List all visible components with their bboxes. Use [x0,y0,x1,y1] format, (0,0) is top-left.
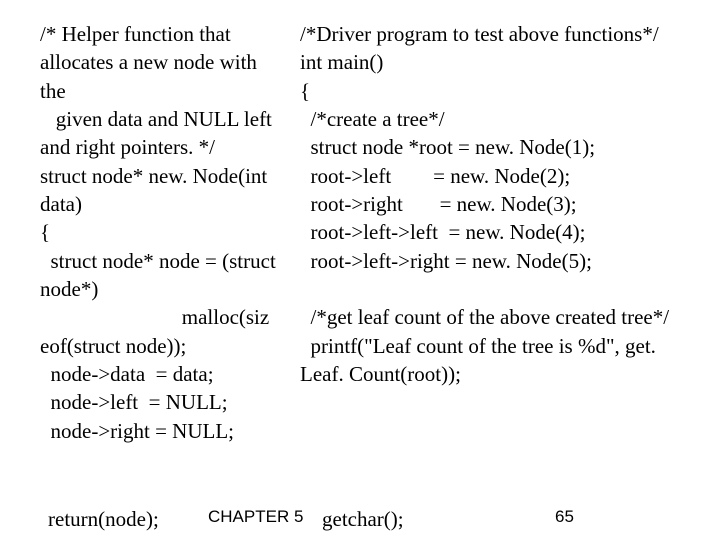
code-line: /*Driver program to test above functions… [300,20,690,48]
chapter-label: CHAPTER 5 [208,507,303,527]
code-line: node->right = NULL; [40,417,285,445]
code-line: /*create a tree*/ [300,105,690,133]
code-line: struct node* node = (struct node*) [40,247,285,304]
left-column: /* Helper function that allocates a new … [40,20,285,445]
code-line [300,275,690,303]
code-line: /* Helper function that allocates a new … [40,20,285,105]
footer-right-code: getchar(); [322,507,404,532]
code-line: root->right = new. Node(3); [300,190,690,218]
code-line: /*get leaf count of the above created tr… [300,303,690,331]
code-line: given data and NULL left and right point… [40,105,285,162]
code-line: root->left->right = new. Node(5); [300,247,690,275]
code-line: { [40,218,285,246]
code-line: int main() [300,48,690,76]
code-line: printf("Leaf count of the tree is %d", g… [300,332,690,389]
code-line: root->left->left = new. Node(4); [300,218,690,246]
code-line: node->left = NULL; [40,388,285,416]
code-line: { [300,77,690,105]
right-column: /*Driver program to test above functions… [300,20,690,445]
code-line: struct node *root = new. Node(1); [300,133,690,161]
code-line: struct node* new. Node(int data) [40,162,285,219]
code-line: malloc(siz eof(struct node)); [40,303,285,360]
slide-content: /* Helper function that allocates a new … [0,0,720,445]
slide-footer: return(node); CHAPTER 5 getchar(); 65 [0,507,720,532]
page-number: 65 [555,507,574,527]
code-line: node->data = data; [40,360,285,388]
code-line: root->left = new. Node(2); [300,162,690,190]
footer-left-code: return(node); [0,507,159,532]
